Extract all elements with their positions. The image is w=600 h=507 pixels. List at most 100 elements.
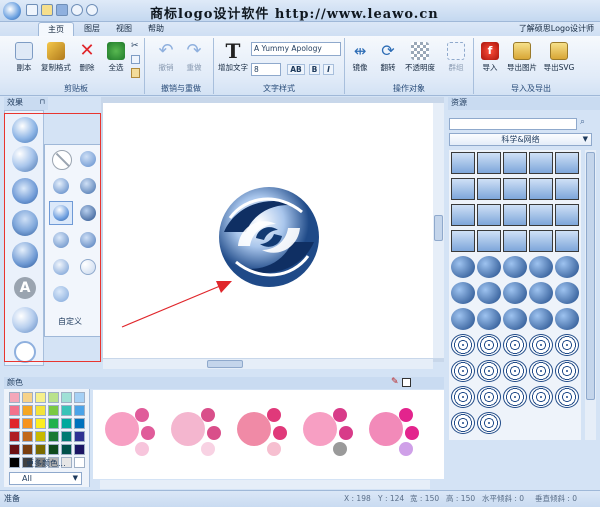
- canvas-vertical-scrollbar[interactable]: [433, 103, 444, 358]
- resource-icon[interactable]: [477, 204, 501, 226]
- color-swatch[interactable]: [9, 405, 20, 416]
- color-combo-main[interactable]: [369, 412, 403, 446]
- import-button[interactable]: f 导入: [478, 42, 502, 73]
- resource-icon[interactable]: [503, 204, 527, 226]
- custom-effect-label[interactable]: 自定义: [58, 316, 82, 327]
- color-combo-main[interactable]: [105, 412, 139, 446]
- color-swatch[interactable]: [35, 431, 46, 442]
- color-combo-main[interactable]: [303, 412, 337, 446]
- resource-icon[interactable]: [451, 204, 475, 226]
- color-swatch[interactable]: [48, 444, 59, 455]
- preset-effect[interactable]: [80, 151, 96, 167]
- duplicate-button[interactable]: 副本: [12, 42, 36, 73]
- export-image-button[interactable]: 导出图片: [504, 42, 540, 73]
- color-combo-main[interactable]: [171, 412, 205, 446]
- resource-icon[interactable]: [477, 152, 501, 174]
- resource-icon[interactable]: [555, 204, 579, 226]
- color-combo-light[interactable]: [135, 442, 149, 456]
- preset-effect[interactable]: [53, 178, 69, 194]
- resource-icon[interactable]: [477, 256, 501, 278]
- color-swatch[interactable]: [22, 405, 33, 416]
- resource-icon[interactable]: [451, 360, 475, 382]
- color-swatch[interactable]: [22, 418, 33, 429]
- color-swatch[interactable]: [48, 405, 59, 416]
- color-swatch[interactable]: [74, 418, 85, 429]
- resource-icon[interactable]: [529, 204, 553, 226]
- color-swatch[interactable]: [9, 418, 20, 429]
- color-combo-accent[interactable]: [201, 408, 215, 422]
- scroll-thumb[interactable]: [586, 152, 595, 400]
- scroll-thumb[interactable]: [207, 360, 243, 368]
- color-combo-accent[interactable]: [273, 426, 287, 440]
- flip-button[interactable]: ⟳ 翻转: [376, 42, 400, 73]
- text-case-button[interactable]: AB: [287, 64, 305, 75]
- color-swatch[interactable]: [35, 418, 46, 429]
- resource-icon[interactable]: [555, 360, 579, 382]
- effect-text-a-icon[interactable]: A: [14, 277, 36, 299]
- resource-icon[interactable]: [555, 230, 579, 252]
- app-logo-icon[interactable]: [3, 2, 21, 20]
- resource-icon[interactable]: [529, 360, 553, 382]
- resource-icon[interactable]: [477, 308, 501, 330]
- resource-icon[interactable]: [529, 230, 553, 252]
- color-combo-accent[interactable]: [207, 426, 221, 440]
- resource-category-select[interactable]: 科学&网络 ▼: [449, 133, 592, 146]
- color-swatch[interactable]: [48, 418, 59, 429]
- resource-icon[interactable]: [555, 282, 579, 304]
- color-combo-light[interactable]: [333, 442, 347, 456]
- color-swatch[interactable]: [9, 431, 20, 442]
- resource-icon[interactable]: [477, 230, 501, 252]
- color-swatch[interactable]: [74, 392, 85, 403]
- paste-icon[interactable]: [131, 68, 140, 78]
- color-swatch[interactable]: [74, 457, 85, 468]
- resource-icon[interactable]: [555, 152, 579, 174]
- color-swatch[interactable]: [9, 457, 20, 468]
- resource-icon[interactable]: [529, 308, 553, 330]
- bold-button[interactable]: B: [309, 64, 320, 75]
- color-swatch[interactable]: [48, 431, 59, 442]
- effect-shadow[interactable]: [12, 242, 38, 268]
- resource-icon[interactable]: [555, 308, 579, 330]
- resource-icon[interactable]: [503, 256, 527, 278]
- color-combo-accent[interactable]: [135, 408, 149, 422]
- color-swatch[interactable]: [9, 444, 20, 455]
- resource-scrollbar[interactable]: [585, 150, 596, 440]
- export-svg-button[interactable]: 导出SVG: [542, 42, 576, 73]
- redo-quick-icon[interactable]: [86, 4, 98, 16]
- color-combo-accent[interactable]: [141, 426, 155, 440]
- resource-icon[interactable]: [529, 334, 553, 356]
- resource-icon[interactable]: [503, 282, 527, 304]
- resource-icon[interactable]: [555, 386, 579, 408]
- color-combo-main[interactable]: [237, 412, 271, 446]
- cut-icon[interactable]: ✂: [131, 42, 140, 51]
- delete-button[interactable]: ✕ 删除: [76, 42, 98, 73]
- save-icon[interactable]: [56, 4, 68, 16]
- preset-effect[interactable]: [80, 178, 96, 194]
- color-swatch[interactable]: [35, 444, 46, 455]
- color-combo-accent[interactable]: [333, 408, 347, 422]
- select-all-button[interactable]: 全选: [104, 42, 128, 73]
- preset-effect-selected[interactable]: [49, 201, 73, 225]
- open-folder-icon[interactable]: [41, 4, 53, 16]
- color-swatch[interactable]: [35, 392, 46, 403]
- add-text-button[interactable]: T 增加文字: [217, 41, 249, 73]
- effect-sphere[interactable]: [12, 178, 38, 204]
- font-select[interactable]: A Yummy Apology: [251, 42, 341, 56]
- color-horizontal-scrollbar[interactable]: [100, 480, 430, 489]
- more-colors-link[interactable]: 更多颜色...: [26, 458, 66, 469]
- resource-icon[interactable]: [477, 360, 501, 382]
- preset-effect[interactable]: [53, 259, 69, 275]
- mirror-button[interactable]: ⇹ 镜像: [348, 42, 372, 73]
- italic-button[interactable]: I: [323, 64, 334, 75]
- resource-icon[interactable]: [451, 412, 475, 434]
- resource-icon[interactable]: [451, 178, 475, 200]
- tab-help[interactable]: 帮助: [142, 22, 170, 36]
- about-link[interactable]: 了解硕思Logo设计师: [519, 22, 594, 36]
- copy-format-button[interactable]: 复制格式: [38, 42, 74, 73]
- resource-icon[interactable]: [451, 386, 475, 408]
- resource-icon[interactable]: [503, 178, 527, 200]
- resource-icon[interactable]: [451, 256, 475, 278]
- color-swatch[interactable]: [61, 392, 72, 403]
- resource-icon[interactable]: [529, 178, 553, 200]
- redo-button[interactable]: ↷ 重做: [182, 42, 206, 73]
